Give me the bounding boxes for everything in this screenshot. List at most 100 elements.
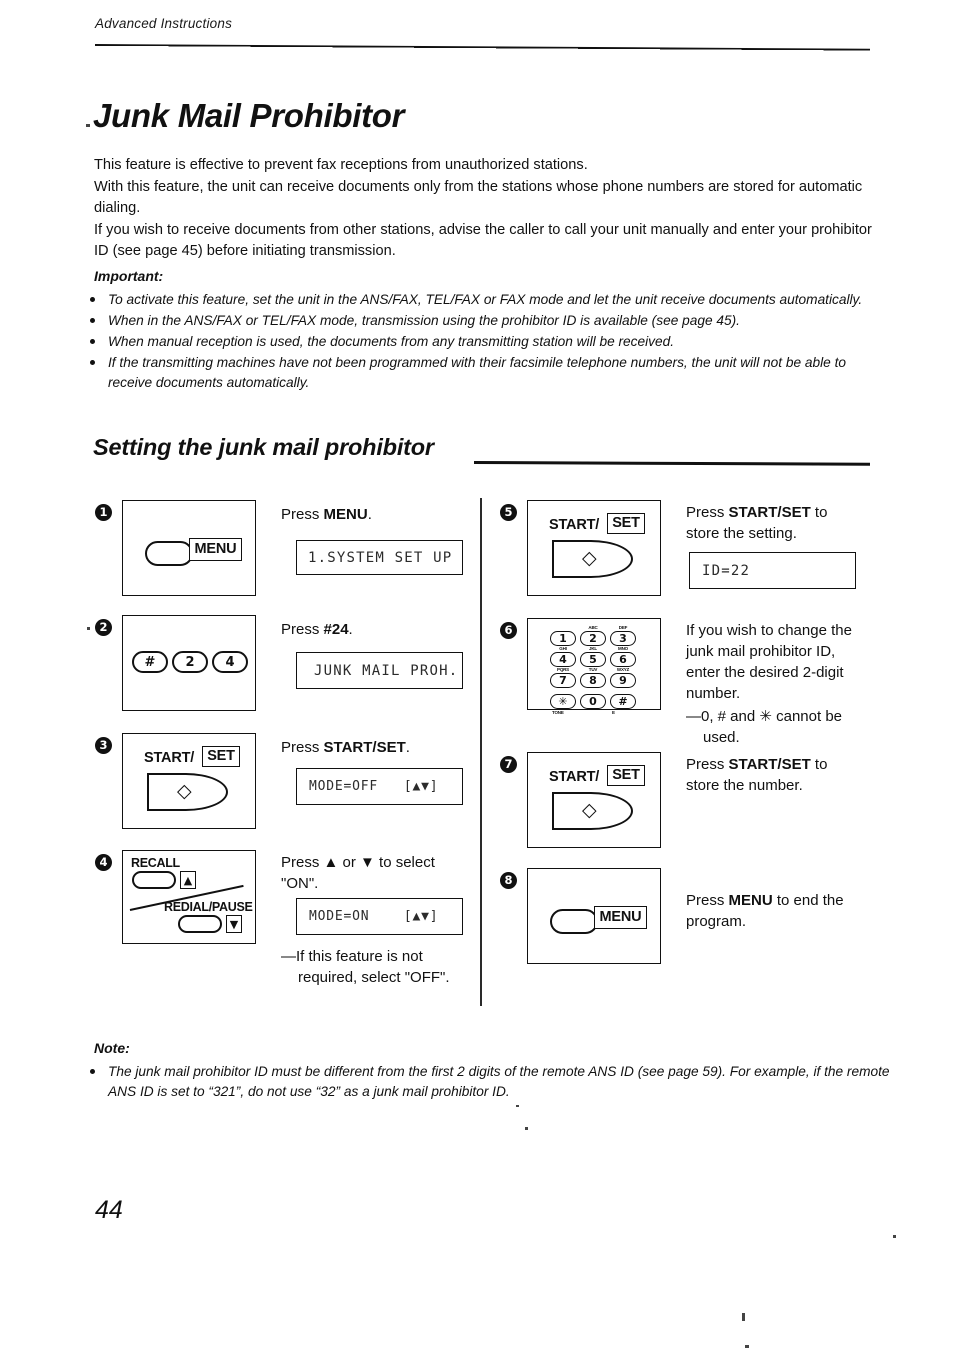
start-set-label-set: SET <box>607 513 645 534</box>
scan-artifact <box>525 1127 528 1130</box>
step-6-instruction-line-4: number. <box>686 685 741 702</box>
step-4-subnote-line-2: required, select "OFF". <box>298 969 450 986</box>
step-8-instruction-line-2: program. <box>686 913 747 930</box>
step-number-badge: 5 <box>500 504 517 521</box>
step-1-illustration: MENU <box>122 500 256 596</box>
step-2-instruction: Press #24. <box>281 619 461 640</box>
step-number-badge: 2 <box>95 619 112 636</box>
keypad-key-6: 6 <box>610 652 636 667</box>
step-5-instruction: Press START/SET to store the setting. <box>686 502 886 544</box>
step-7-instruction-tail: to <box>810 756 828 773</box>
step-number-badge: 1 <box>95 504 112 521</box>
document-page: Advanced Instructions Junk Mail Prohibit… <box>0 0 954 1349</box>
key-4: 4 <box>212 651 248 673</box>
step-number-badge: 8 <box>500 872 517 889</box>
scan-artifact <box>745 1345 749 1348</box>
step-8-instruction: Press MENU to end the program. <box>686 890 901 932</box>
step-6-subnote-line-1: —0, # and ✳ cannot be <box>686 708 843 725</box>
scan-artifact <box>742 1313 745 1321</box>
keysub-7: PQRS <box>557 667 569 672</box>
step-4-subnote-line-1: —If this feature is not <box>281 948 423 965</box>
scan-artifact <box>87 627 90 630</box>
step-4-instruction-line-1: Press ▲ or ▼ to select <box>281 854 435 871</box>
recall-key-oval <box>132 871 176 889</box>
keypad-key-hash: # <box>610 694 636 709</box>
redial-pause-label: REDIAL/PAUSE <box>164 900 253 914</box>
page-number: 44 <box>95 1196 123 1224</box>
step-3-illustration: START/ SET ◇ <box>122 733 256 829</box>
step-1-instruction-tail: . <box>367 506 372 523</box>
step-4-instruction-line-2: "ON". <box>281 875 319 892</box>
keypad-key-0: 0 <box>580 694 606 709</box>
step-6-instruction-line-3: enter the desired 2-digit <box>686 664 844 681</box>
step-2-instruction-tail: . <box>348 621 353 638</box>
step-8-instruction-key: MENU <box>728 892 773 909</box>
start-set-label-start: START/ <box>144 750 195 766</box>
step-3-instruction-tail: . <box>405 739 410 756</box>
scan-artifact <box>516 1105 519 1107</box>
keypad-key-8: 8 <box>580 673 606 688</box>
step-3-lcd-display: MODE=OFF [▲▼] <box>296 768 463 805</box>
start-diamond-icon: ◇ <box>582 799 597 821</box>
step-2-illustration: # 2 4 <box>122 615 256 711</box>
step-7-instruction-lead: Press <box>686 756 729 773</box>
step-5-instruction-lead: Press <box>686 504 729 521</box>
step-7-instruction: Press START/SET to store the number. <box>686 754 901 796</box>
keypad-key-9: 9 <box>610 673 636 688</box>
step-4-illustration: RECALL ▲ REDIAL/PAUSE ▼ <box>122 850 256 944</box>
redial-key-oval <box>178 915 222 933</box>
step-1-instruction: Press MENU. <box>281 504 461 525</box>
keypad-key-4: 4 <box>550 652 576 667</box>
up-arrow-icon: ▲ <box>180 871 196 889</box>
menu-label-box: MENU <box>189 538 242 561</box>
scan-artifact <box>893 1235 896 1238</box>
menu-key-oval <box>550 909 598 934</box>
step-2-lcd-display: JUNK MAIL PROH. <box>296 652 463 689</box>
start-diamond-icon: ◇ <box>582 547 597 569</box>
keysub-3: DEF <box>618 625 628 630</box>
keysub-hash: E <box>612 710 615 715</box>
step-4-instruction: Press ▲ or ▼ to select "ON". <box>281 852 481 894</box>
keysub-2: ABC <box>588 625 598 630</box>
step-6-subnote: —0, # and ✳ cannot be used. <box>686 706 901 748</box>
step-3-instruction-key: START/SET <box>323 739 406 756</box>
keypad-key-5: 5 <box>580 652 606 667</box>
list-item: The junk mail prohibitor ID must be diff… <box>90 1062 890 1102</box>
start-diamond-icon: ◇ <box>177 780 192 802</box>
keysub-4: GHI <box>559 646 567 651</box>
step-5-illustration: START/ SET ◇ <box>527 500 661 596</box>
step-8-instruction-lead: Press <box>686 892 729 909</box>
step-5-lcd-display: ID=22 <box>689 552 856 589</box>
note-list: The junk mail prohibitor ID must be diff… <box>90 1062 890 1102</box>
step-4-subnote: —If this feature is not required, select… <box>281 946 491 988</box>
keysub-6: MNO <box>618 646 628 651</box>
key-hash: # <box>132 651 168 673</box>
step-number-badge: 4 <box>95 854 112 871</box>
step-1-lcd-display: 1.SYSTEM SET UP <box>296 540 463 575</box>
keypad-key-2: 2 <box>580 631 606 646</box>
keysub-star: TONE <box>552 710 564 715</box>
keysub-5: JKL <box>589 646 597 651</box>
step-1-instruction-key: MENU <box>323 506 368 523</box>
step-3-instruction-lead: Press <box>281 739 324 756</box>
step-6-instruction-line-1: If you wish to change the <box>686 622 852 639</box>
recall-label: RECALL <box>131 856 180 870</box>
step-number-badge: 6 <box>500 622 517 639</box>
step-7-instruction-line-2: store the number. <box>686 777 803 794</box>
key-2: 2 <box>172 651 208 673</box>
step-7-instruction-key: START/SET <box>728 756 811 773</box>
step-3-instruction: Press START/SET. <box>281 737 481 758</box>
menu-key-oval <box>145 541 193 566</box>
procedure-steps: 1 MENU Press MENU. 1.SYSTEM SET UP 2 # 2… <box>0 0 954 1349</box>
step-number-badge: 7 <box>500 756 517 773</box>
step-5-instruction-tail: to <box>810 504 828 521</box>
step-8-instruction-tail: to end the <box>772 892 844 909</box>
start-set-label-start: START/ <box>549 517 600 533</box>
keypad-key-star: ✳ <box>550 694 576 709</box>
step-4-lcd-display: MODE=ON [▲▼] <box>296 898 463 935</box>
step-5-instruction-key: START/SET <box>728 504 811 521</box>
keypad-key-7: 7 <box>550 673 576 688</box>
scan-artifact <box>86 124 90 127</box>
note-item-1: The junk mail prohibitor ID must be diff… <box>108 1064 890 1099</box>
step-8-illustration: MENU <box>527 868 661 964</box>
